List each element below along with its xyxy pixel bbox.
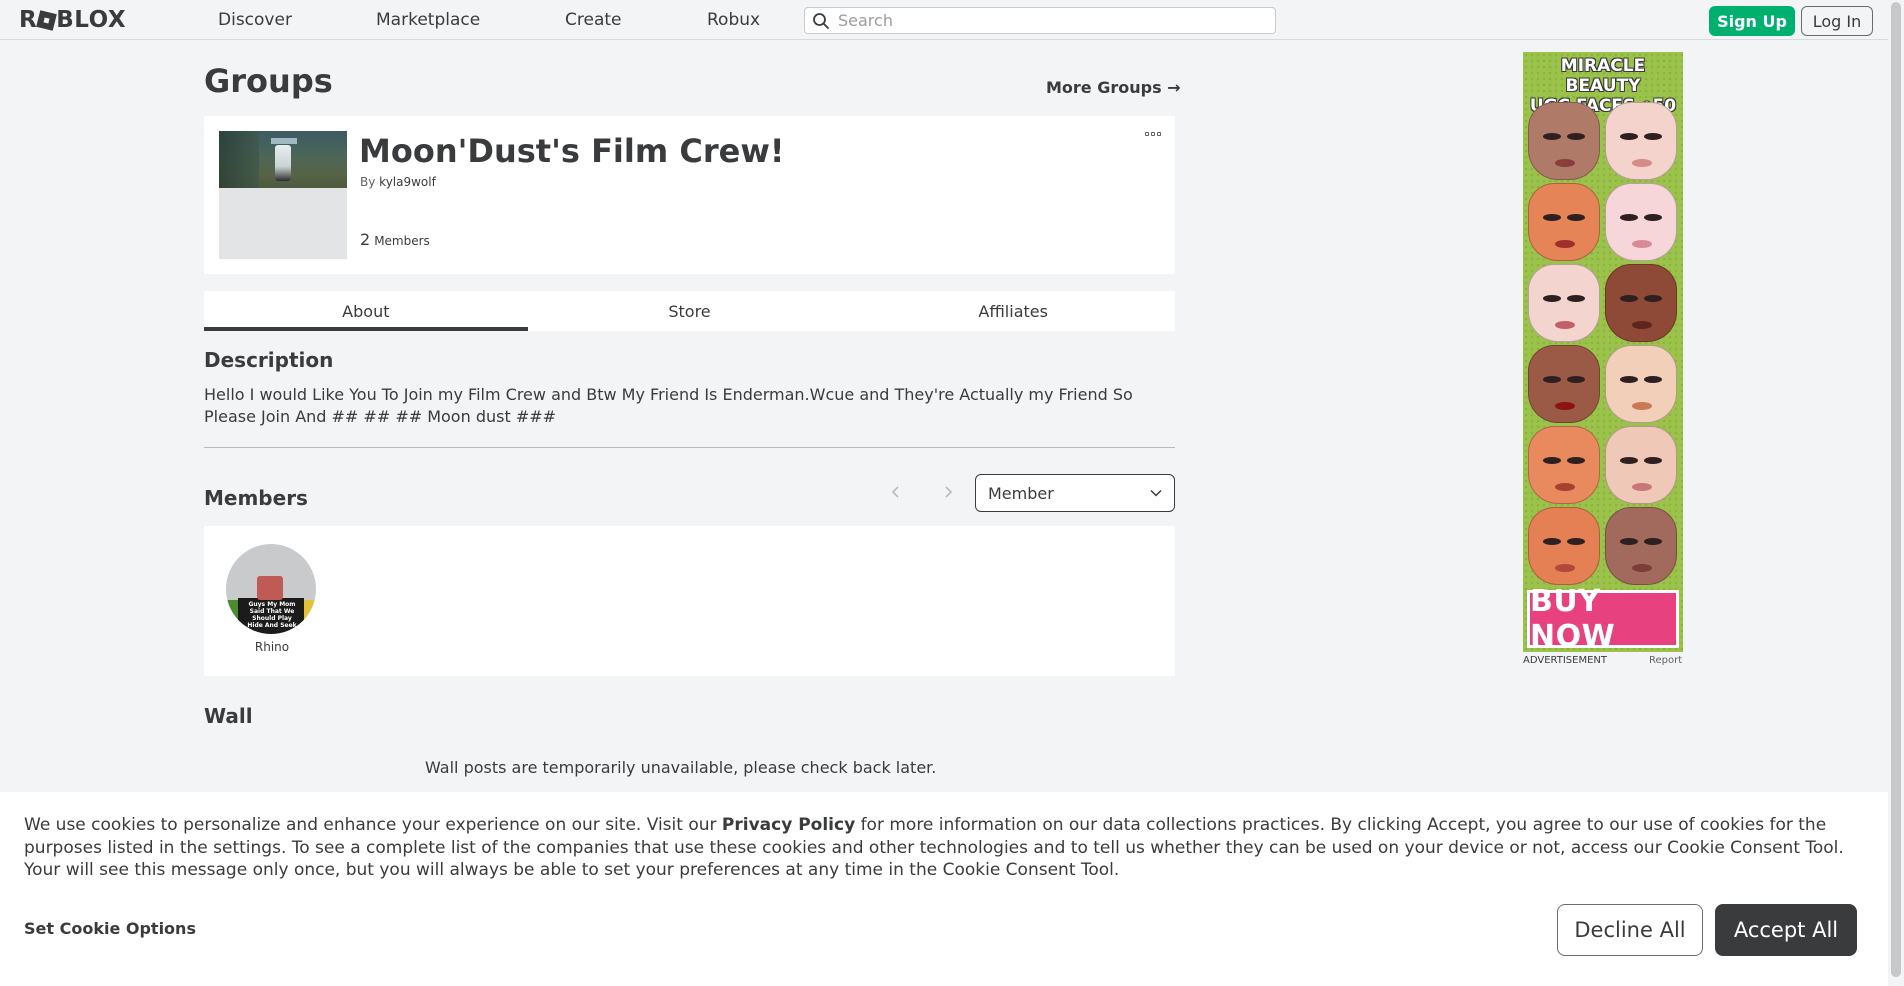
set-cookie-options-link[interactable]: Set Cookie Options bbox=[24, 919, 196, 938]
search-icon bbox=[813, 12, 829, 29]
owner-link[interactable]: kyla9wolf bbox=[379, 175, 436, 189]
accept-all-button[interactable]: Accept All bbox=[1715, 904, 1857, 956]
cookie-message: We use cookies to personalize and enhanc… bbox=[24, 815, 1844, 880]
group-emblem-image bbox=[219, 131, 347, 188]
privacy-policy-link[interactable]: Privacy Policy bbox=[722, 815, 855, 835]
member-count-label: Members bbox=[374, 234, 430, 248]
logo-o-icon bbox=[36, 9, 58, 31]
next-page-icon[interactable] bbox=[941, 482, 955, 502]
ad-face bbox=[1528, 102, 1600, 180]
member-count: 2 Members bbox=[360, 230, 430, 249]
ad-face bbox=[1605, 102, 1677, 180]
tab-affiliates[interactable]: Affiliates bbox=[851, 291, 1175, 331]
role-dropdown-value: Member bbox=[988, 483, 1054, 503]
top-navigation-bar: R BLOX Discover Marketplace Create Robux … bbox=[0, 0, 1888, 40]
member-name[interactable]: Rhino bbox=[226, 640, 318, 654]
previous-page-icon[interactable] bbox=[889, 482, 903, 502]
group-emblem bbox=[219, 131, 347, 259]
group-header-card: Moon'Dust's Film Crew! By kyla9wolf 2 Mem… bbox=[204, 116, 1175, 274]
nav-robux[interactable]: Robux bbox=[707, 10, 760, 30]
ad-face bbox=[1528, 507, 1600, 585]
ad-face bbox=[1605, 183, 1677, 261]
nav-discover[interactable]: Discover bbox=[218, 10, 292, 30]
role-dropdown[interactable]: Member bbox=[975, 474, 1175, 512]
ad-face bbox=[1605, 507, 1677, 585]
decline-all-button[interactable]: Decline All bbox=[1557, 904, 1703, 956]
group-name: Moon'Dust's Film Crew! bbox=[359, 132, 785, 170]
log-in-button[interactable]: Log In bbox=[1801, 6, 1873, 36]
ad-face bbox=[1528, 183, 1600, 261]
advertisement-banner[interactable]: MIRACLE BEAUTY UGC FACES ⏣50 BUY NOW bbox=[1523, 52, 1683, 652]
tab-store[interactable]: Store bbox=[528, 291, 852, 331]
member-tile[interactable]: Guys My Mom Said That We Should Play Hid… bbox=[226, 544, 318, 654]
nav-marketplace[interactable]: Marketplace bbox=[376, 10, 480, 30]
members-list: Guys My Mom Said That We Should Play Hid… bbox=[204, 526, 1175, 676]
ad-report-link[interactable]: Report bbox=[1649, 655, 1682, 666]
ad-buy-now-button[interactable]: BUY NOW bbox=[1527, 584, 1679, 652]
wall-heading: Wall bbox=[204, 704, 253, 728]
ad-face bbox=[1528, 264, 1600, 342]
avatar-shirt-text: Guys My Mom Said That We Should Play Hid… bbox=[247, 601, 297, 629]
group-owner: By kyla9wolf bbox=[360, 175, 436, 189]
ad-face bbox=[1528, 426, 1600, 504]
member-avatar[interactable]: Guys My Mom Said That We Should Play Hid… bbox=[226, 544, 316, 634]
scrollbar-thumb[interactable] bbox=[1891, 2, 1901, 977]
tab-about[interactable]: About bbox=[204, 291, 528, 331]
group-tabs: About Store Affiliates bbox=[204, 291, 1175, 331]
ad-face bbox=[1605, 264, 1677, 342]
page-title: Groups bbox=[204, 62, 333, 100]
chevron-down-icon bbox=[1150, 489, 1162, 497]
search-box[interactable] bbox=[804, 7, 1276, 34]
sign-up-button[interactable]: Sign Up bbox=[1709, 6, 1795, 36]
wall-unavailable-message: Wall posts are temporarily unavailable, … bbox=[425, 758, 937, 777]
search-input[interactable] bbox=[838, 11, 1258, 30]
roblox-logo[interactable]: R BLOX bbox=[19, 7, 126, 33]
advertisement-label: ADVERTISEMENT bbox=[1523, 655, 1608, 666]
cookie-consent-banner: We use cookies to personalize and enhanc… bbox=[0, 792, 1888, 986]
description-text: Hello I would Like You To Join my Film C… bbox=[204, 385, 1133, 426]
ad-face bbox=[1605, 426, 1677, 504]
page-scrollbar[interactable] bbox=[1888, 0, 1904, 986]
owner-prefix: By bbox=[360, 175, 376, 189]
more-options-icon[interactable] bbox=[1145, 130, 1163, 138]
description-heading: Description bbox=[204, 348, 334, 372]
member-count-number: 2 bbox=[360, 230, 371, 249]
more-groups-link[interactable]: More Groups → bbox=[1046, 78, 1181, 97]
nav-create[interactable]: Create bbox=[565, 10, 622, 30]
ad-title-line1: MIRACLE BEAUTY bbox=[1560, 56, 1646, 96]
ad-face bbox=[1605, 345, 1677, 423]
members-heading: Members bbox=[204, 486, 308, 510]
section-divider bbox=[204, 447, 1175, 448]
ad-face bbox=[1528, 345, 1600, 423]
